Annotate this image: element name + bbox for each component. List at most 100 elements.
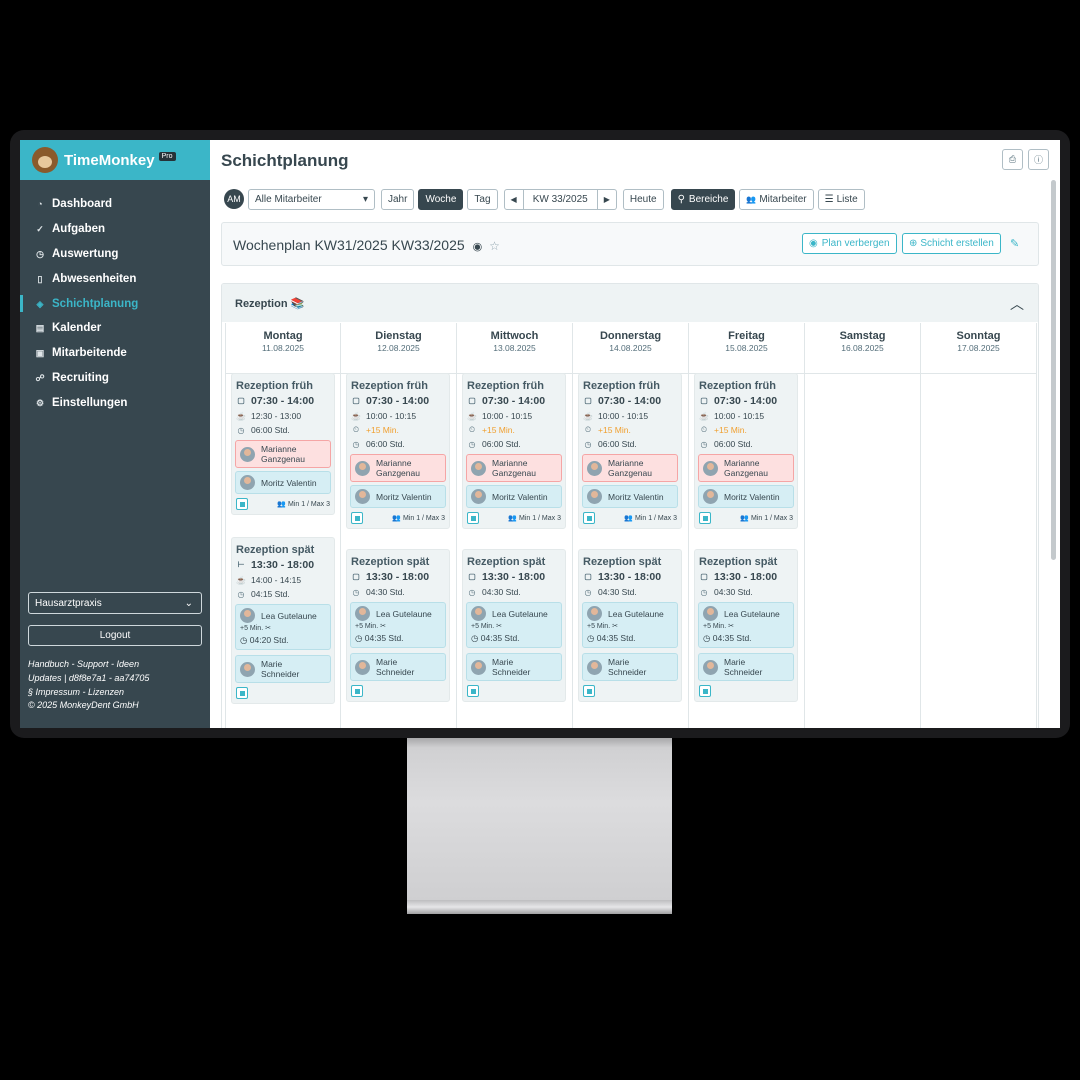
info-button[interactable]: ⓘ — [1028, 149, 1049, 170]
prev-week-button[interactable]: ◀ — [503, 188, 524, 210]
employee-select[interactable]: Alle Mitarbeiter ▾ — [248, 188, 375, 210]
employee-chip[interactable]: Marie Schneider — [466, 653, 562, 681]
logout-button[interactable]: Logout — [28, 625, 202, 646]
week-grid: Montag 11.08.2025 Rezeption früh ▢ 07:30 … — [225, 323, 1037, 728]
shift-card-late[interactable]: Rezeption spät ▢ 13:30 - 18:00 ◷ 04:30 Std… — [346, 549, 450, 702]
shift-title: Rezeption spät — [236, 544, 315, 556]
shift-card-late[interactable]: Rezeption spät ⊢ 13:30 - 18:00 ☕ 14:00 - 1… — [231, 537, 335, 704]
print-button[interactable]: ⎙ — [1002, 149, 1023, 170]
view-week-button[interactable]: Woche — [418, 188, 464, 210]
brand-name: TimeMonkey — [64, 151, 155, 169]
sidebar-item-kalender[interactable]: ▤ Kalender — [20, 316, 210, 341]
copy-icon[interactable] — [351, 512, 363, 524]
day-name: Sonntag — [956, 330, 1001, 342]
day-header: Freitag 15.08.2025 — [689, 330, 804, 374]
copy-icon[interactable] — [699, 512, 711, 524]
sidebar-item-schichtplanung[interactable]: ◈ Schichtplanung — [20, 291, 210, 316]
shift-card-late[interactable]: Rezeption spät ▢ 13:30 - 18:00 ◷ 04:30 Std… — [462, 549, 566, 702]
view-day-button[interactable]: Tag — [467, 188, 498, 210]
shift-card-early[interactable]: Rezeption früh ▢ 07:30 - 14:00 ☕ 12:30 - 1… — [231, 373, 335, 515]
shift-card-early[interactable]: Rezeption früh ▢ 07:30 - 14:00 ☕ 10:00 - 1… — [578, 373, 682, 529]
sidebar-item-einstellungen[interactable]: ⚙ Einstellungen — [20, 390, 210, 415]
shift-footer: 👥 Min 1 / Max 3 — [351, 512, 445, 524]
footer-updates[interactable]: Updates | d8f8e7a1 - aa74705 — [28, 672, 149, 686]
employee-chip[interactable]: Lea Gutelaune +5 Min. ✂ ◷ 04:35 Std. — [466, 602, 562, 648]
eye-icon[interactable]: ◉ — [473, 241, 483, 253]
info-icon: ⓘ — [1033, 155, 1043, 165]
copy-icon[interactable] — [236, 687, 248, 699]
shift-detail: ☕ 12:30 - 13:00 — [236, 409, 334, 423]
copy-icon[interactable] — [583, 512, 595, 524]
copy-icon[interactable] — [699, 685, 711, 697]
copy-icon[interactable] — [467, 685, 479, 697]
day-header: Samstag 16.08.2025 — [805, 330, 920, 374]
shift-footer — [583, 685, 677, 697]
create-shift-button[interactable]: ⊕ Schicht erstellen — [902, 233, 1001, 254]
section-header[interactable]: Rezeption 📚 ︿ — [222, 284, 1038, 322]
employee-chip[interactable]: Marie Schneider — [235, 655, 331, 683]
day-column: Samstag 16.08.2025 — [805, 323, 921, 728]
shift-card-late[interactable]: Rezeption spät ▢ 13:30 - 18:00 ◷ 04:30 Std… — [694, 549, 798, 702]
day-name: Montag — [263, 330, 303, 342]
prev-arrow-icon: ◀ — [510, 194, 517, 204]
brand[interactable]: TimeMonkey Pro — [20, 140, 210, 180]
clock-icon: ◷ — [355, 633, 365, 643]
employee-name: Lea Gutelaune — [492, 608, 548, 619]
sidebar-item-abwesenheiten[interactable]: ▯ Abwesenheiten — [20, 266, 210, 291]
shift-card-early[interactable]: Rezeption früh ▢ 07:30 - 14:00 ☕ 10:00 - 1… — [462, 373, 566, 529]
employee-chip[interactable]: Moritz Valentin — [698, 485, 794, 508]
list-button[interactable]: ☰ Liste — [817, 188, 865, 210]
employee-chip[interactable]: Marianne Ganzgenau — [350, 454, 446, 482]
employee-select-value: Alle Mitarbeiter — [255, 193, 322, 205]
employee-chip[interactable]: Marie Schneider — [698, 653, 794, 681]
employee-chip[interactable]: Marianne Ganzgenau — [235, 440, 331, 468]
today-button[interactable]: Heute — [622, 188, 664, 210]
employee-chip[interactable]: Lea Gutelaune +5 Min. ✂ ◷ 04:35 Std. — [698, 602, 794, 648]
avatar[interactable]: AM — [224, 189, 244, 209]
sidebar-item-mitarbeitende[interactable]: ▣ Mitarbeitende — [20, 341, 210, 366]
shift-card-early[interactable]: Rezeption früh ▢ 07:30 - 14:00 ☕ 10:00 - 1… — [694, 373, 798, 529]
copy-icon[interactable] — [236, 498, 248, 510]
footer-legal[interactable]: § Impressum - Lizenzen — [28, 686, 149, 700]
copy-icon[interactable] — [351, 685, 363, 697]
sidebar-item-aufgaben[interactable]: ✓ Aufgaben — [20, 217, 210, 242]
shift-card-early[interactable]: Rezeption früh ▢ 07:30 - 14:00 ☕ 10:00 - 1… — [346, 373, 450, 529]
copy-icon[interactable] — [467, 512, 479, 524]
employee-chip[interactable]: Moritz Valentin — [235, 471, 331, 494]
sidebar-item-recruiting[interactable]: ☍ Recruiting — [20, 366, 210, 391]
shift-detail: ◷ 06:00 Std. — [583, 437, 681, 451]
footer-links-help[interactable]: Handbuch - Support - Ideen — [28, 658, 149, 672]
scrollbar[interactable] — [1051, 180, 1056, 560]
view-year-button[interactable]: Jahr — [381, 188, 415, 210]
employee-chip[interactable]: Moritz Valentin — [582, 485, 678, 508]
edit-pencil-icon[interactable]: ✎ — [1010, 237, 1019, 250]
employee-chip[interactable]: Moritz Valentin — [350, 485, 446, 508]
employee-chip[interactable]: Marianne Ganzgenau — [466, 454, 562, 482]
list-label: Liste — [836, 193, 858, 205]
employee-last-name: Schneider — [376, 667, 415, 677]
employee-chip[interactable]: Marie Schneider — [582, 653, 678, 681]
door-icon: ▯ — [37, 273, 43, 284]
employee-chip[interactable]: Moritz Valentin — [466, 485, 562, 508]
employee-chip[interactable]: Lea Gutelaune +5 Min. ✂ ◷ 04:20 Std. — [235, 604, 331, 650]
clipboard-icon: ▢ — [237, 396, 245, 405]
shift-title: Rezeption spät — [583, 556, 662, 568]
chevron-up-icon[interactable]: ︿ — [1010, 294, 1024, 314]
employee-chip[interactable]: Lea Gutelaune +5 Min. ✂ ◷ 04:35 Std. — [582, 602, 678, 648]
empty-day-line — [810, 373, 914, 374]
employee-chip[interactable]: Marie Schneider — [350, 653, 446, 681]
employees-button[interactable]: 👥 Mitarbeiter — [739, 188, 814, 210]
employee-chip[interactable]: Marianne Ganzgenau — [582, 454, 678, 482]
employee-name: Moritz Valentin — [608, 491, 664, 502]
employee-chip[interactable]: Marianne Ganzgenau — [698, 454, 794, 482]
employee-chip[interactable]: Lea Gutelaune +5 Min. ✂ ◷ 04:35 Std. — [350, 602, 446, 648]
sidebar-item-dashboard[interactable]: ◔ Dashboard — [20, 192, 210, 217]
hide-plan-button[interactable]: ◉ Plan verbergen — [802, 233, 897, 254]
next-week-button[interactable]: ▶ — [597, 188, 617, 210]
sidebar-item-auswertung[interactable]: ◷ Auswertung — [20, 242, 210, 267]
copy-icon[interactable] — [583, 685, 595, 697]
practice-select[interactable]: Hausarztpraxis ⌄ — [28, 592, 202, 614]
star-icon[interactable]: ☆ — [489, 239, 500, 253]
shift-card-late[interactable]: Rezeption spät ▢ 13:30 - 18:00 ◷ 04:30 Std… — [578, 549, 682, 702]
areas-button[interactable]: ⚲ Bereiche — [670, 188, 736, 210]
